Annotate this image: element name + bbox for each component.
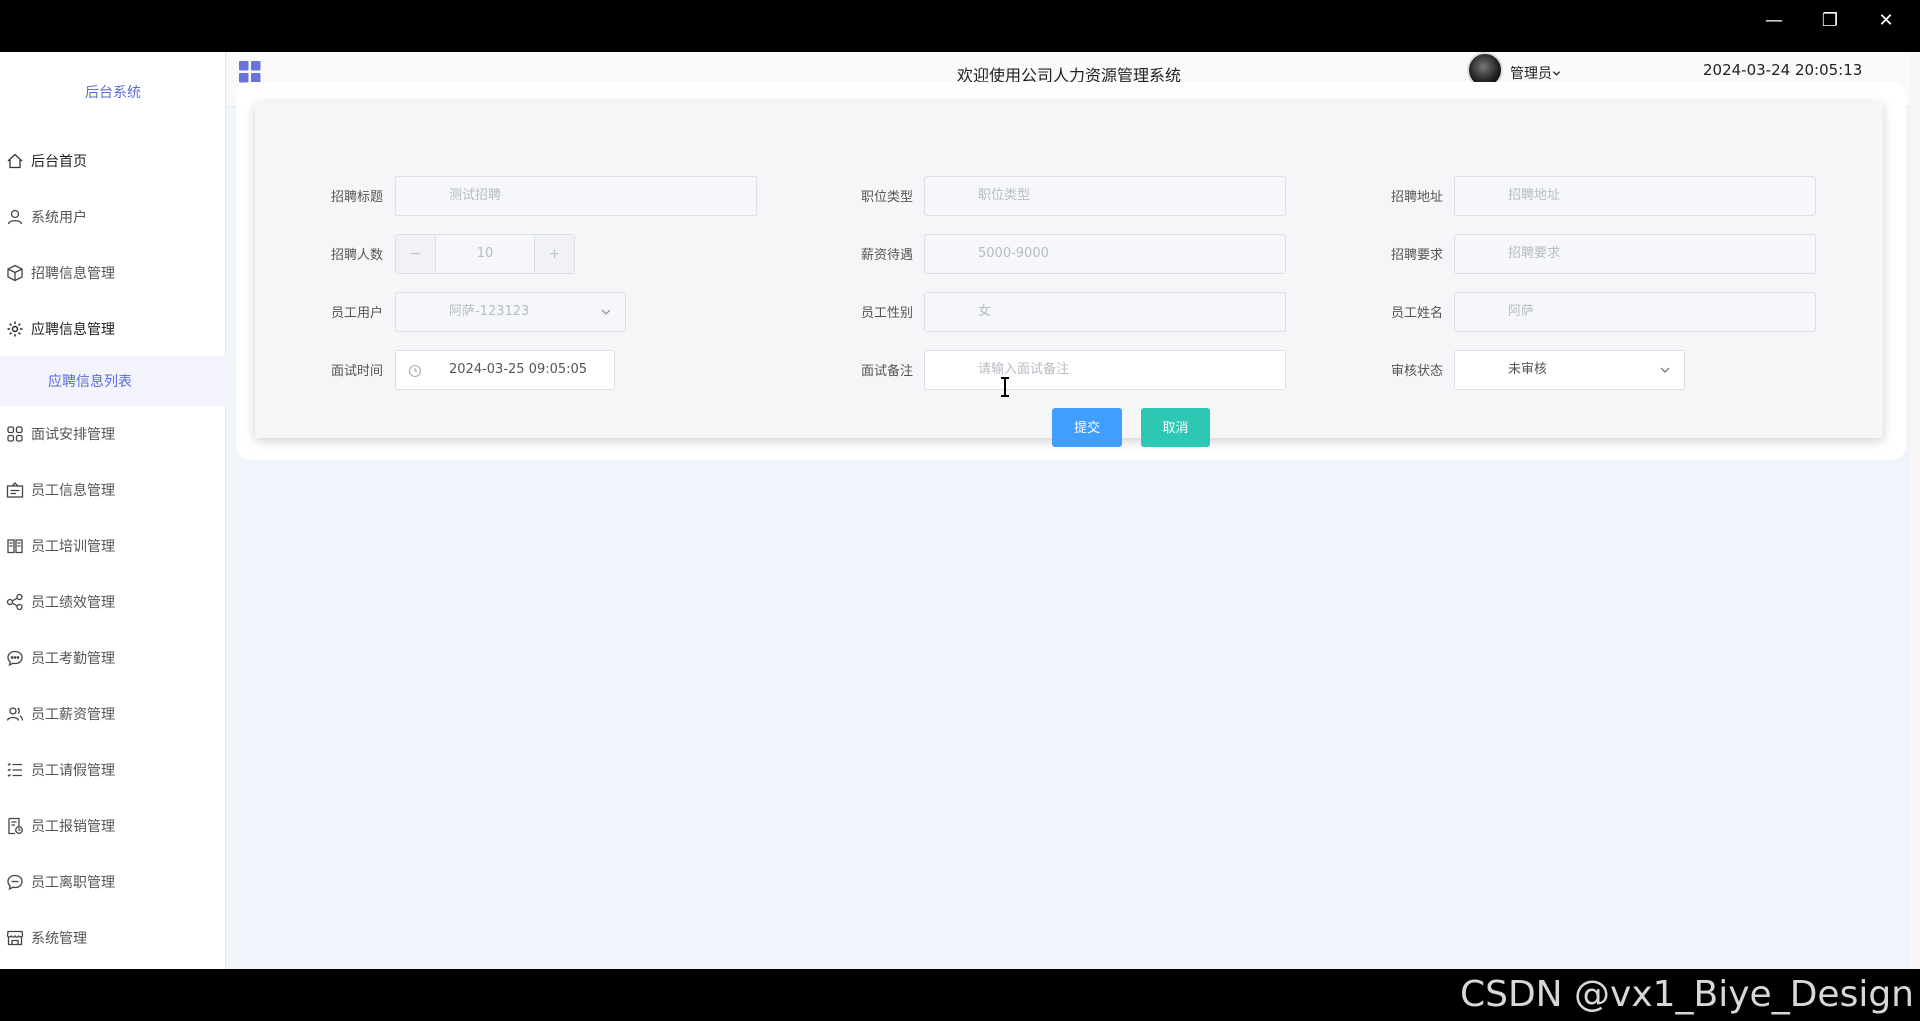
sidebar-item-label: 后台首页	[31, 154, 87, 170]
sidebar-item-label: 系统管理	[31, 931, 87, 947]
recruit-address-field[interactable]: 招聘地址	[1454, 176, 1816, 216]
position-type-field[interactable]: 职位类型	[924, 176, 1286, 216]
sidebar-item-employee-resignation[interactable]: 员工离职管理	[0, 862, 226, 902]
sidebar-item-label: 员工请假管理	[31, 763, 115, 779]
sidebar-item-label: 员工信息管理	[31, 483, 115, 499]
id-card-icon	[5, 480, 25, 500]
users-icon	[5, 704, 25, 724]
brand-title: 后台系统	[85, 85, 141, 101]
recruit-address-label: 招聘地址	[1390, 190, 1443, 205]
chevron-down-icon	[601, 309, 611, 315]
sidebar-item-label: 面试安排管理	[31, 427, 115, 443]
chevron-down-icon	[1552, 71, 1561, 76]
share-icon	[5, 592, 25, 612]
user-menu[interactable]: 管理员	[1510, 63, 1561, 83]
datetime: 2024-03-24 20:05:13	[1703, 61, 1863, 79]
sidebar-item-label: 员工绩效管理	[31, 595, 115, 611]
sidebar-item-employee-reimbursement[interactable]: 员工报销管理	[0, 806, 226, 846]
sidebar-item-interview-schedule[interactable]: 面试安排管理	[0, 414, 226, 454]
employee-user-label: 员工用户	[330, 306, 383, 321]
sidebar-item-employee-info[interactable]: 员工信息管理	[0, 470, 226, 510]
sidebar-item-employee-performance[interactable]: 员工绩效管理	[0, 582, 226, 622]
home-icon	[5, 151, 25, 171]
sidebar-item-employee-salary[interactable]: 员工薪资管理	[0, 694, 226, 734]
grid-icon	[5, 424, 25, 444]
sidebar-item-employee-leave[interactable]: 员工请假管理	[0, 750, 226, 790]
sidebar-item-label: 员工培训管理	[31, 539, 115, 555]
box-icon	[5, 263, 25, 283]
employee-name-field[interactable]: 阿萨	[1454, 292, 1816, 332]
salary-label: 薪资待遇	[860, 248, 913, 263]
interview-note-label: 面试备注	[860, 364, 913, 379]
gear-icon	[5, 319, 25, 339]
sidebar-item-label: 招聘信息管理	[31, 266, 115, 282]
sidebar-item-application-info[interactable]: 应聘信息管理	[0, 309, 226, 349]
sidebar-item-label: 员工薪资管理	[31, 707, 115, 723]
review-status-value: 未审核	[1508, 362, 1548, 377]
close-button[interactable]: ✕	[1864, 6, 1908, 36]
watermark-text: CSDN @vx1_Biye_Design	[1459, 974, 1914, 1015]
employee-user-select[interactable]: 阿萨-123123	[395, 292, 626, 332]
requirements-field[interactable]: 招聘要求	[1454, 234, 1816, 274]
chat-icon	[5, 648, 25, 668]
gender-field[interactable]: 女	[924, 292, 1286, 332]
employee-name-label: 员工姓名	[1390, 306, 1443, 321]
submit-button[interactable]: 提交	[1052, 408, 1122, 447]
sidebar-item-label: 员工离职管理	[31, 875, 115, 891]
review-status-select[interactable]: 未审核	[1454, 350, 1685, 390]
shop-icon	[5, 928, 25, 948]
position-type-label: 职位类型	[860, 190, 913, 205]
book-icon	[5, 536, 25, 556]
maximize-button[interactable]: ❐	[1808, 6, 1852, 36]
user-name: 管理员	[1510, 66, 1552, 82]
interview-note-input[interactable]: 请输入面试备注	[924, 350, 1286, 390]
list-icon	[5, 760, 25, 780]
sidebar-item-system-users[interactable]: 系统用户	[0, 197, 226, 237]
decrement-button[interactable]: −	[396, 235, 436, 273]
clock-icon	[408, 364, 422, 378]
sidebar-item-system-management[interactable]: 系统管理	[0, 918, 226, 958]
sidebar-item-label: 系统用户	[31, 210, 87, 226]
interview-time-value: 2024-03-25 09:05:05	[449, 362, 588, 377]
headcount-label: 招聘人数	[330, 248, 383, 263]
sidebar-item-employee-training[interactable]: 员工培训管理	[0, 526, 226, 566]
interview-time-picker[interactable]: 2024-03-25 09:05:05	[395, 350, 615, 390]
sidebar-item-employee-attendance[interactable]: 员工考勤管理	[0, 638, 226, 678]
sidebar-item-label: 员工考勤管理	[31, 651, 115, 667]
salary-field[interactable]: 5000-9000	[924, 234, 1286, 274]
headcount-value[interactable]: 10	[436, 235, 534, 273]
text-cursor-icon	[1001, 377, 1009, 397]
sidebar: 后台系统 后台首页 系统用户 招聘信息管理 应聘信息管理 应聘信息列表 面试安排…	[0, 52, 226, 969]
recruit-title-field[interactable]: 测试招聘	[395, 176, 757, 216]
review-status-label: 审核状态	[1390, 364, 1443, 379]
cancel-button[interactable]: 取消	[1141, 408, 1210, 447]
menu-grid-icon[interactable]	[238, 60, 262, 84]
sidebar-subitem-application-list[interactable]: 应聘信息列表	[0, 356, 226, 406]
requirements-label: 招聘要求	[1390, 248, 1443, 263]
increment-button[interactable]: +	[534, 235, 574, 273]
gender-label: 员工性别	[860, 306, 913, 321]
sidebar-item-label: 应聘信息管理	[31, 322, 115, 338]
recruit-title-label: 招聘标题	[330, 190, 383, 205]
minimize-button[interactable]: —	[1752, 6, 1796, 36]
window-titlebar: — ❐ ✕	[0, 0, 1920, 52]
chat-dots-icon	[5, 872, 25, 892]
interview-time-label: 面试时间	[330, 364, 383, 379]
sidebar-item-label: 员工报销管理	[31, 819, 115, 835]
headcount-stepper[interactable]: − 10 +	[395, 234, 575, 274]
sidebar-item-recruit-info[interactable]: 招聘信息管理	[0, 253, 226, 293]
sidebar-item-home[interactable]: 后台首页	[0, 141, 226, 181]
employee-user-value: 阿萨-123123	[449, 304, 530, 319]
scrollbar[interactable]	[1910, 52, 1920, 969]
user-icon	[5, 207, 25, 227]
chevron-down-icon	[1660, 367, 1670, 373]
receipt-icon	[5, 816, 25, 836]
